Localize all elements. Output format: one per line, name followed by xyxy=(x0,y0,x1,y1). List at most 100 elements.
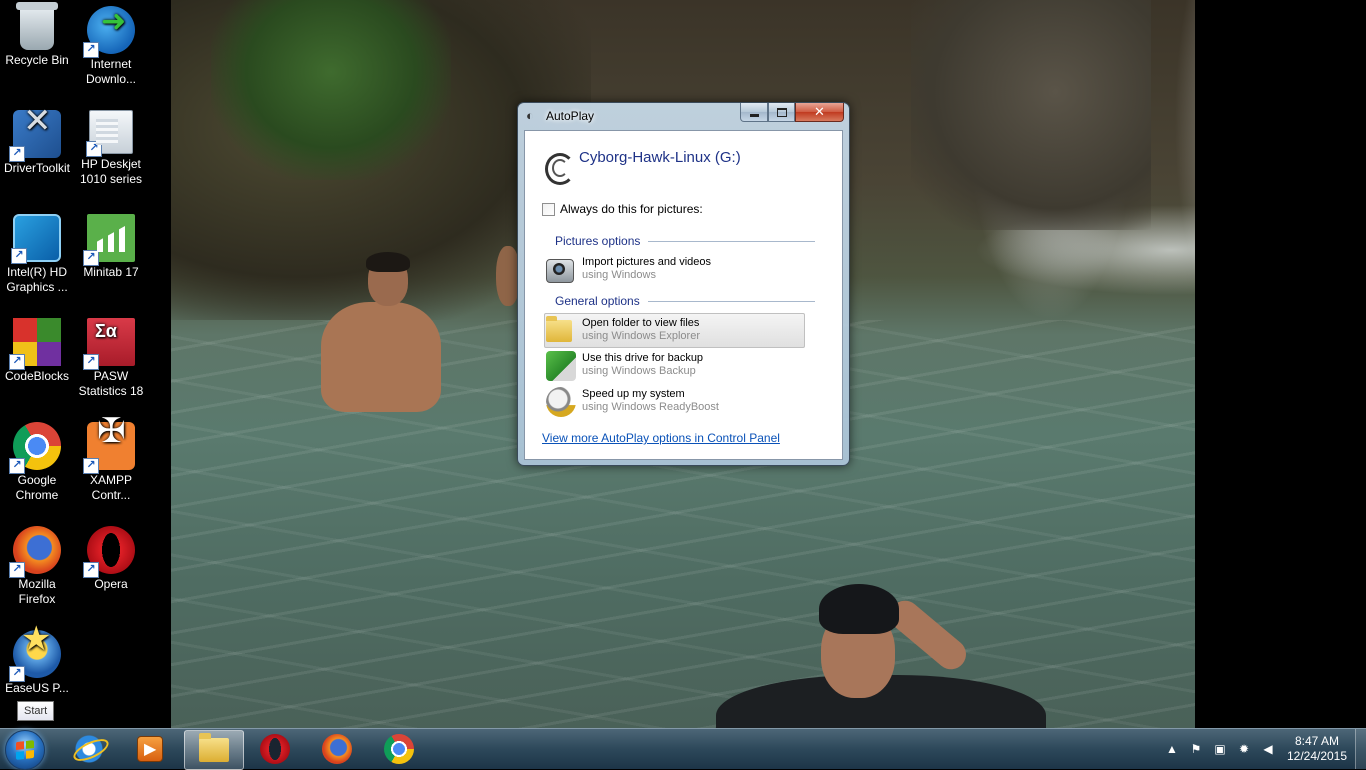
desktop-icon-google-chrome[interactable]: ↗ Google Chrome xyxy=(0,416,74,503)
windows-logo-icon xyxy=(16,740,34,760)
option-open-folder[interactable]: Open folder to view files using Windows … xyxy=(544,313,805,348)
pasw-statistics-icon: ↗ xyxy=(83,318,135,370)
media-player-icon xyxy=(137,736,163,762)
option-title: Speed up my system xyxy=(582,388,685,400)
desktop-icon-pasw-statistics[interactable]: ↗ PASW Statistics 18 xyxy=(74,312,148,399)
safely-remove-hardware-icon[interactable]: ▣ xyxy=(1212,741,1228,757)
desktop-icon-label: Opera xyxy=(94,577,128,591)
desktop-icon-intel-graphics[interactable]: ↗ Intel(R) HD Graphics ... xyxy=(0,208,74,295)
close-button[interactable]: ✕ xyxy=(795,103,844,122)
firefox-icon xyxy=(322,734,352,764)
autoplay-content: Cyborg-Hawk-Linux (G:) Always do this fo… xyxy=(524,130,843,460)
desktop-icon-xampp[interactable]: ↗ XAMPP Contr... xyxy=(74,416,148,503)
shortcut-arrow-icon: ↗ xyxy=(11,248,27,264)
desktop-icon-label: Google Chrome xyxy=(15,473,59,502)
option-subtitle: using Windows ReadyBoost xyxy=(582,401,719,413)
desktop-icon-codeblocks[interactable]: ↗ CodeBlocks xyxy=(0,312,74,384)
maximize-button[interactable] xyxy=(768,103,795,122)
always-do-this-checkbox[interactable] xyxy=(542,202,555,216)
start-tooltip: Start xyxy=(17,701,55,721)
minimize-button[interactable] xyxy=(740,103,768,122)
shortcut-arrow-icon: ↗ xyxy=(9,146,25,162)
option-import-pictures[interactable]: Import pictures and videos using Windows xyxy=(545,253,805,286)
general-options-label: General options xyxy=(555,294,640,308)
desktop-icon-hp-deskjet[interactable]: ↗ HP Deskjet 1010 series xyxy=(74,104,148,187)
always-do-this-row[interactable]: Always do this for pictures: xyxy=(542,202,703,216)
header-divider xyxy=(648,240,815,242)
desktop-icon-easeus[interactable]: ↗ EaseUS P... xyxy=(0,624,74,696)
general-options-header: General options xyxy=(555,294,815,308)
volume-icon[interactable]: ◀ xyxy=(1260,741,1276,757)
taskbar-media-player[interactable] xyxy=(121,730,179,768)
desktop-icon-label: EaseUS P... xyxy=(5,681,69,695)
taskbar-clock[interactable]: 8:47 AM 12/24/2015 xyxy=(1282,734,1352,764)
taskbar-windows-explorer[interactable] xyxy=(184,730,244,770)
taskbar-opera[interactable] xyxy=(246,730,304,768)
desktop-icon-recycle-bin[interactable]: Recycle Bin xyxy=(0,0,74,68)
desktop-icon-label: Internet Downlo... xyxy=(85,57,137,86)
autoplay-window[interactable]: ◐ AutoPlay ✕ Cyborg-Hawk-Linux (G:) Alwa… xyxy=(517,102,850,466)
maximize-icon xyxy=(776,107,787,117)
option-subtitle: using Windows Backup xyxy=(582,365,696,377)
desktop-icon-drivertoolkit[interactable]: ↗ DriverToolkit xyxy=(0,104,74,176)
opera-icon: ↗ xyxy=(83,526,135,578)
folder-icon xyxy=(546,316,572,342)
shortcut-arrow-icon: ↗ xyxy=(83,42,99,58)
opera-icon xyxy=(260,734,290,764)
desktop-icon-mozilla-firefox[interactable]: ↗ Mozilla Firefox xyxy=(0,520,74,607)
desktop-icon-label: PASW Statistics 18 xyxy=(78,369,144,398)
desktop-icon-opera[interactable]: ↗ Opera xyxy=(74,520,148,592)
chrome-icon: ↗ xyxy=(9,422,61,474)
folder-icon xyxy=(199,733,229,762)
system-tray: ▲ ⚑ ▣ ✹ ◀ xyxy=(1160,729,1280,769)
internet-download-manager-icon: ↗ xyxy=(83,6,135,58)
shortcut-arrow-icon: ↗ xyxy=(9,666,25,682)
close-icon: ✕ xyxy=(814,104,825,119)
shortcut-arrow-icon: ↗ xyxy=(83,458,99,474)
show-hidden-icons-icon[interactable]: ▲ xyxy=(1164,741,1180,757)
always-do-this-label: Always do this for pictures: xyxy=(560,202,703,216)
shortcut-arrow-icon: ↗ xyxy=(83,354,99,370)
easeus-icon: ↗ xyxy=(9,630,61,682)
option-readyboost[interactable]: Speed up my system using Windows ReadyBo… xyxy=(545,385,805,418)
autoplay-app-icon: ◐ xyxy=(526,108,534,123)
option-backup[interactable]: Use this drive for backup using Windows … xyxy=(545,349,805,382)
camera-icon xyxy=(546,259,574,283)
shortcut-arrow-icon: ↗ xyxy=(9,458,25,474)
recycle-bin-icon xyxy=(16,2,58,50)
option-title: Import pictures and videos xyxy=(582,256,712,268)
pictures-options-label: Pictures options xyxy=(555,234,641,248)
window-title: AutoPlay xyxy=(546,109,595,123)
action-center-flag-icon[interactable]: ⚑ xyxy=(1188,741,1204,757)
taskbar-internet-explorer[interactable] xyxy=(60,730,118,768)
shortcut-arrow-icon: ↗ xyxy=(9,562,25,578)
desktop-icon-label: Minitab 17 xyxy=(83,265,139,279)
shortcut-arrow-icon: ↗ xyxy=(9,354,25,370)
backup-icon xyxy=(546,351,576,381)
taskbar: ▲ ⚑ ▣ ✹ ◀ 8:47 AM 12/24/2015 xyxy=(0,728,1366,770)
show-desktop-button[interactable] xyxy=(1355,729,1366,769)
start-button[interactable] xyxy=(5,730,45,770)
option-title: Open folder to view files xyxy=(582,317,700,329)
readyboost-icon xyxy=(546,387,576,417)
taskbar-firefox[interactable] xyxy=(308,730,366,768)
internet-explorer-icon xyxy=(74,734,104,764)
drive-title: Cyborg-Hawk-Linux (G:) xyxy=(579,149,741,166)
network-icon[interactable]: ✹ xyxy=(1236,741,1252,757)
control-panel-link[interactable]: View more AutoPlay options in Control Pa… xyxy=(542,431,780,445)
desktop-icon-label: CodeBlocks xyxy=(4,369,70,383)
desktop-icon-label: Recycle Bin xyxy=(5,53,69,67)
shortcut-arrow-icon: ↗ xyxy=(86,141,102,157)
taskbar-chrome[interactable] xyxy=(370,730,428,768)
desktop-icon-minitab[interactable]: ↗ Minitab 17 xyxy=(74,208,148,280)
window-controls: ✕ xyxy=(740,103,844,122)
chrome-icon xyxy=(384,734,414,764)
desktop-icon-internet-download-manager[interactable]: ↗ Internet Downlo... xyxy=(74,0,148,87)
cyborg-drive-icon xyxy=(543,149,575,185)
clock-time: 8:47 AM xyxy=(1294,734,1340,748)
header-divider xyxy=(647,300,815,302)
shortcut-arrow-icon: ↗ xyxy=(83,250,99,266)
clock-date: 12/24/2015 xyxy=(1286,749,1348,763)
desktop-icon-label: DriverToolkit xyxy=(3,161,70,175)
drivertoolkit-icon: ↗ xyxy=(9,110,61,162)
